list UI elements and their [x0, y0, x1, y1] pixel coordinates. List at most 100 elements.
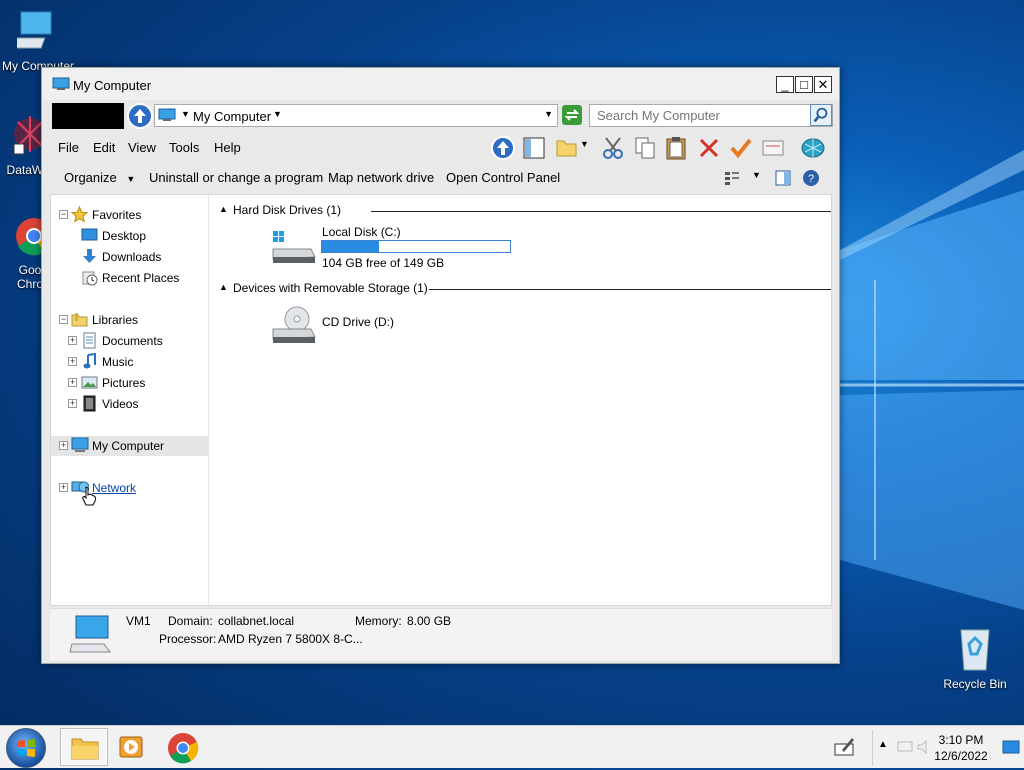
expand-icon[interactable]: + — [68, 336, 77, 345]
expand-icon[interactable]: + — [59, 483, 68, 492]
nav-favorites[interactable]: − Favorites — [51, 205, 208, 225]
cut-icon[interactable] — [600, 135, 626, 161]
collapse-arrow-icon[interactable]: ▲ — [219, 282, 228, 292]
nav-libraries[interactable]: − Libraries — [51, 310, 208, 330]
collapse-icon[interactable]: − — [59, 210, 68, 219]
windows-logo-icon — [17, 739, 35, 757]
chevron-down-icon[interactable]: ▼ — [580, 139, 589, 149]
navigation-pane: − Favorites Desktop Downloads Recent Pla… — [51, 195, 209, 605]
nav-videos[interactable]: + Videos — [51, 394, 208, 414]
command-bar: Organize ▼ Uninstall or change a program… — [50, 162, 831, 192]
folder-view-icon[interactable] — [554, 135, 580, 161]
collapse-arrow-icon[interactable]: ▲ — [219, 204, 228, 214]
nav-network[interactable]: + Network — [51, 478, 208, 506]
close-button[interactable]: ✕ — [814, 76, 832, 93]
chevron-down-icon[interactable]: ▼ — [752, 170, 761, 180]
menu-file[interactable]: File — [58, 140, 79, 155]
help-icon[interactable]: ? — [802, 169, 820, 187]
show-hidden-icons-icon[interactable]: ▲ — [878, 739, 888, 750]
menu-help[interactable]: Help — [214, 140, 241, 155]
menu-view[interactable]: View — [128, 140, 156, 155]
window-title: My Computer — [73, 78, 152, 93]
documents-icon — [83, 332, 96, 349]
file-list: ▲ Hard Disk Drives (1) Local Disk (C:) 1… — [211, 195, 831, 605]
minimize-button[interactable]: _ — [776, 76, 794, 93]
nav-documents[interactable]: + Documents — [51, 331, 208, 351]
expand-icon[interactable]: + — [68, 378, 77, 387]
drive-local-disk-c[interactable]: Local Disk (C:) 104 GB free of 149 GB — [271, 225, 531, 273]
nav-recent-places[interactable]: Recent Places — [51, 268, 208, 288]
group-header-hdd[interactable]: ▲ Hard Disk Drives (1) — [219, 203, 831, 219]
paste-icon[interactable] — [663, 135, 689, 161]
desktop-icon-label: Recycle Bin — [943, 677, 1007, 691]
copy-icon[interactable] — [632, 135, 658, 161]
search-icon[interactable] — [810, 104, 832, 126]
recycle-bin-icon — [960, 629, 990, 671]
pen-input-icon[interactable] — [834, 736, 856, 756]
hand-cursor-icon — [82, 486, 97, 506]
expand-icon[interactable]: + — [59, 441, 68, 450]
maximize-button[interactable]: □ — [795, 76, 813, 93]
start-button[interactable] — [6, 728, 46, 768]
shell-icon[interactable] — [800, 135, 826, 161]
address-field[interactable]: ▼ My Computer ▼ ▼ — [154, 104, 558, 127]
chevron-down-icon[interactable]: ▼ — [181, 109, 190, 119]
properties-icon[interactable] — [760, 135, 786, 161]
network-tray-icon[interactable] — [897, 740, 913, 754]
checkmark-icon[interactable] — [728, 135, 754, 161]
expand-icon[interactable]: + — [68, 357, 77, 366]
taskbar-media-player[interactable] — [108, 728, 156, 766]
uninstall-program-button[interactable]: Uninstall or change a program — [149, 170, 323, 185]
up-arrow-icon[interactable] — [126, 102, 154, 130]
menu-tools[interactable]: Tools — [169, 140, 199, 155]
search-box[interactable] — [589, 104, 833, 127]
nav-music[interactable]: + Music — [51, 352, 208, 372]
refresh-icon[interactable] — [562, 105, 582, 125]
desktop-icon-my-computer[interactable]: My Computer — [0, 10, 76, 73]
chevron-down-icon[interactable]: ▼ — [273, 109, 282, 119]
desktop-icon-recycle-bin[interactable]: Recycle Bin — [937, 626, 1013, 691]
drive-cd-d[interactable]: CD Drive (D:) — [271, 305, 471, 345]
preview-pane-icon[interactable] — [775, 170, 791, 186]
address-dropdown-icon[interactable]: ▼ — [544, 109, 553, 119]
back-forward-buttons[interactable] — [52, 103, 124, 129]
taskbar: ▲ 3:10 PM 12/6/2022 — [0, 725, 1024, 768]
computer-icon — [71, 437, 89, 452]
open-control-panel-button[interactable]: Open Control Panel — [446, 170, 560, 185]
expand-icon[interactable]: + — [68, 399, 77, 408]
chevron-down-icon: ▼ — [126, 174, 136, 184]
drive-free-space: 104 GB free of 149 GB — [322, 256, 445, 270]
details-pane: VM1 Domain: collabnet.local Memory: 8.00… — [50, 608, 832, 660]
view-options-icon[interactable] — [724, 170, 740, 186]
nav-pictures[interactable]: + Pictures — [51, 373, 208, 393]
disk-usage-bar — [321, 240, 511, 253]
clock[interactable]: 3:10 PM 12/6/2022 — [923, 732, 999, 764]
address-location: My Computer — [193, 109, 272, 124]
drive-name: Local Disk (C:) — [322, 225, 401, 239]
taskbar-explorer[interactable] — [60, 728, 108, 766]
group-header-removable[interactable]: ▲ Devices with Removable Storage (1) — [219, 281, 831, 297]
collapse-icon[interactable]: − — [59, 315, 68, 324]
delete-icon[interactable] — [696, 135, 722, 161]
organize-button[interactable]: Organize ▼ — [64, 170, 135, 185]
menu-bar: File Edit View Tools Help ▼ — [50, 132, 831, 162]
cd-drive-icon — [272, 306, 316, 343]
nav-desktop[interactable]: Desktop — [51, 226, 208, 246]
processor-label: Processor: — [159, 632, 217, 646]
recent-places-icon — [82, 271, 98, 286]
explorer-window: My Computer _ □ ✕ ▼ My Computer ▼ ▼ Sear… — [41, 67, 840, 664]
nav-downloads[interactable]: Downloads — [51, 247, 208, 267]
content-area: − Favorites Desktop Downloads Recent Pla… — [50, 194, 832, 606]
menu-edit[interactable]: Edit — [93, 140, 115, 155]
nav-my-computer[interactable]: + My Computer — [51, 436, 208, 456]
map-network-drive-button[interactable]: Map network drive — [328, 170, 434, 185]
title-bar[interactable]: My Computer _ □ ✕ — [42, 68, 839, 100]
notification-icon[interactable] — [1002, 740, 1020, 754]
search-input[interactable] — [590, 105, 804, 125]
disk-usage-fill — [322, 241, 379, 252]
navigation-pane-icon[interactable] — [521, 135, 547, 161]
taskbar-chrome[interactable] — [158, 728, 206, 766]
up-folder-icon[interactable] — [490, 135, 516, 161]
domain-label: Domain: — [168, 614, 213, 628]
folder-icon — [71, 738, 99, 760]
